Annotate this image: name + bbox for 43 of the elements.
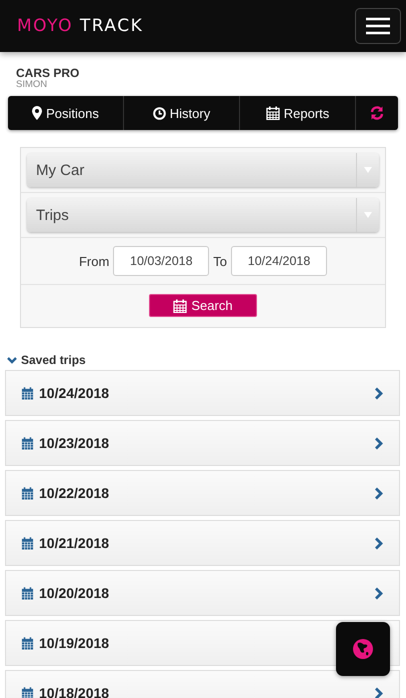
calendar-icon bbox=[21, 636, 34, 650]
trip-row[interactable]: 10/22/2018 bbox=[5, 470, 400, 516]
chevron-right-icon bbox=[374, 486, 383, 500]
app-logo: MOYO TRACK bbox=[17, 16, 144, 36]
trip-row[interactable]: 10/20/2018 bbox=[5, 570, 400, 616]
account-name: CARS PRO bbox=[16, 66, 80, 80]
refresh-icon bbox=[370, 106, 384, 120]
nav-tab[interactable]: Positions bbox=[8, 96, 124, 130]
calendar-icon bbox=[21, 586, 34, 600]
report-type-dropdown[interactable]: Trips bbox=[27, 198, 379, 232]
calendar-icon bbox=[21, 486, 34, 500]
from-label: From bbox=[78, 254, 110, 268]
calendar-icon bbox=[173, 298, 188, 312]
calendar-icon bbox=[21, 436, 34, 450]
trip-row[interactable]: 10/21/2018 bbox=[5, 520, 400, 566]
to-date-field[interactable]: 10/24/2018 bbox=[231, 246, 328, 276]
chevron-right-icon bbox=[374, 386, 383, 400]
menu-icon bbox=[366, 17, 390, 35]
chevron-right-icon bbox=[374, 536, 383, 550]
menu-button[interactable] bbox=[355, 8, 401, 44]
section-title[interactable]: Saved trips bbox=[21, 353, 86, 367]
chevron-right-icon bbox=[374, 686, 383, 698]
clock-icon bbox=[152, 106, 166, 120]
globe-icon[interactable] bbox=[353, 639, 373, 659]
calendar-icon bbox=[266, 106, 280, 120]
calendar-icon bbox=[21, 536, 34, 550]
pin-icon bbox=[32, 106, 42, 120]
to-label: To bbox=[213, 254, 228, 268]
chevron-right-icon bbox=[374, 436, 383, 450]
nav-tab[interactable]: History bbox=[124, 96, 240, 130]
chevron-right-icon bbox=[374, 586, 383, 600]
trip-row[interactable]: 10/24/2018 bbox=[5, 370, 400, 416]
calendar-icon bbox=[21, 386, 34, 400]
search-button[interactable]: Search bbox=[149, 294, 257, 317]
calendar-icon bbox=[21, 686, 34, 698]
user-name: SIMON bbox=[16, 79, 48, 90]
dropdown-arrow-icon bbox=[364, 212, 372, 218]
trip-row[interactable]: 10/18/2018 bbox=[5, 670, 400, 698]
vehicle-dropdown[interactable]: My Car bbox=[27, 153, 379, 187]
nav-tab[interactable]: Reports bbox=[240, 96, 356, 130]
from-date-field[interactable]: 10/03/2018 bbox=[113, 246, 210, 276]
dropdown-arrow-icon bbox=[364, 167, 372, 173]
trip-row[interactable]: 10/23/2018 bbox=[5, 420, 400, 466]
